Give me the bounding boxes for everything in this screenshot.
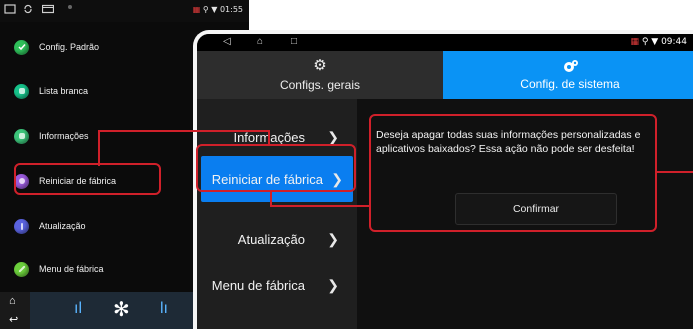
bluetooth-icon[interactable]: ✻: [113, 297, 130, 322]
menu-item-label: Menu de fábrica: [211, 277, 305, 293]
left-item-menu-fabrica[interactable]: Menu de fábrica: [14, 248, 194, 290]
left-status-bar: ▦ ⚲ ▼ 01:55: [0, 0, 249, 22]
left-item-config-padrao[interactable]: Config. Padrão: [14, 26, 194, 68]
upload-icon: [14, 218, 29, 234]
left-item-label: Config. Padrão: [39, 42, 100, 52]
chevron-right-icon: ❯: [327, 128, 339, 145]
left-item-label: Atualização: [39, 221, 86, 231]
list-icon: [14, 83, 29, 99]
check-icon: [14, 39, 29, 55]
settings-tabs: ⚙ Configs. gerais Config. de sistema: [197, 51, 693, 99]
callout-line: [268, 130, 270, 144]
callout-line: [657, 171, 693, 173]
callout-line: [98, 130, 268, 132]
menu-item-label: Atualização: [237, 231, 305, 247]
chevron-right-icon: ❯: [327, 230, 339, 247]
left-item-label: Lista branca: [39, 86, 89, 96]
right-status-bar: ◁ ⌂ □ ▦ ⚲ ▼ 09:44: [197, 34, 693, 51]
menu-item-atualizacao[interactable]: Atualização ❯: [197, 216, 357, 262]
layers-icon: [14, 128, 29, 144]
menu-item-menu-fabrica[interactable]: Menu de fábrica ❯: [197, 262, 357, 308]
left-highlight-frame: [14, 163, 161, 195]
left-item-label: Informações: [39, 131, 89, 141]
window-icon: [4, 4, 16, 14]
left-item-lista-branca[interactable]: Lista branca: [14, 70, 194, 112]
tab-config-sistema[interactable]: Config. de sistema: [443, 51, 693, 99]
tab-configs-gerais[interactable]: ⚙ Configs. gerais: [197, 51, 443, 99]
highlight-message-panel: [369, 114, 657, 232]
left-item-atualizacao[interactable]: Atualização: [14, 205, 194, 247]
gear-icon: ⚙: [313, 57, 327, 74]
volume-up-icon[interactable]: lı: [160, 300, 168, 318]
chevron-right-icon: ❯: [327, 276, 339, 293]
nav-home-icon[interactable]: ⌂: [257, 36, 263, 47]
tab-label: Configs. gerais: [279, 78, 361, 92]
callout-line: [270, 205, 370, 207]
back-icon[interactable]: ↩: [9, 313, 18, 326]
nav-back-icon[interactable]: ◁: [223, 36, 231, 47]
callout-line: [98, 130, 100, 166]
wrench-icon: [14, 261, 29, 277]
volume-down-icon[interactable]: ıl: [74, 300, 82, 318]
home-icon[interactable]: ⌂: [9, 295, 16, 307]
right-status-time: ▦ ⚲ ▼ 09:44: [630, 37, 687, 47]
sync-icon: [24, 4, 32, 14]
notification-dot-icon: [68, 5, 72, 9]
system-icon: [564, 60, 578, 72]
left-status-time: ▦ ⚲ ▼ 01:55: [192, 5, 243, 14]
left-nav-column: ⌂ ↩: [0, 292, 30, 329]
tablet-icon: [42, 4, 54, 14]
left-item-label: Menu de fábrica: [39, 264, 104, 274]
system-side-menu: Informações ❯ Reiniciar de fábrica ❯ Atu…: [197, 99, 357, 329]
left-item-informacoes[interactable]: Informações: [14, 115, 194, 157]
nav-recent-icon[interactable]: □: [291, 36, 297, 47]
highlight-reset-menu: [196, 144, 356, 192]
tab-label: Config. de sistema: [520, 77, 620, 91]
